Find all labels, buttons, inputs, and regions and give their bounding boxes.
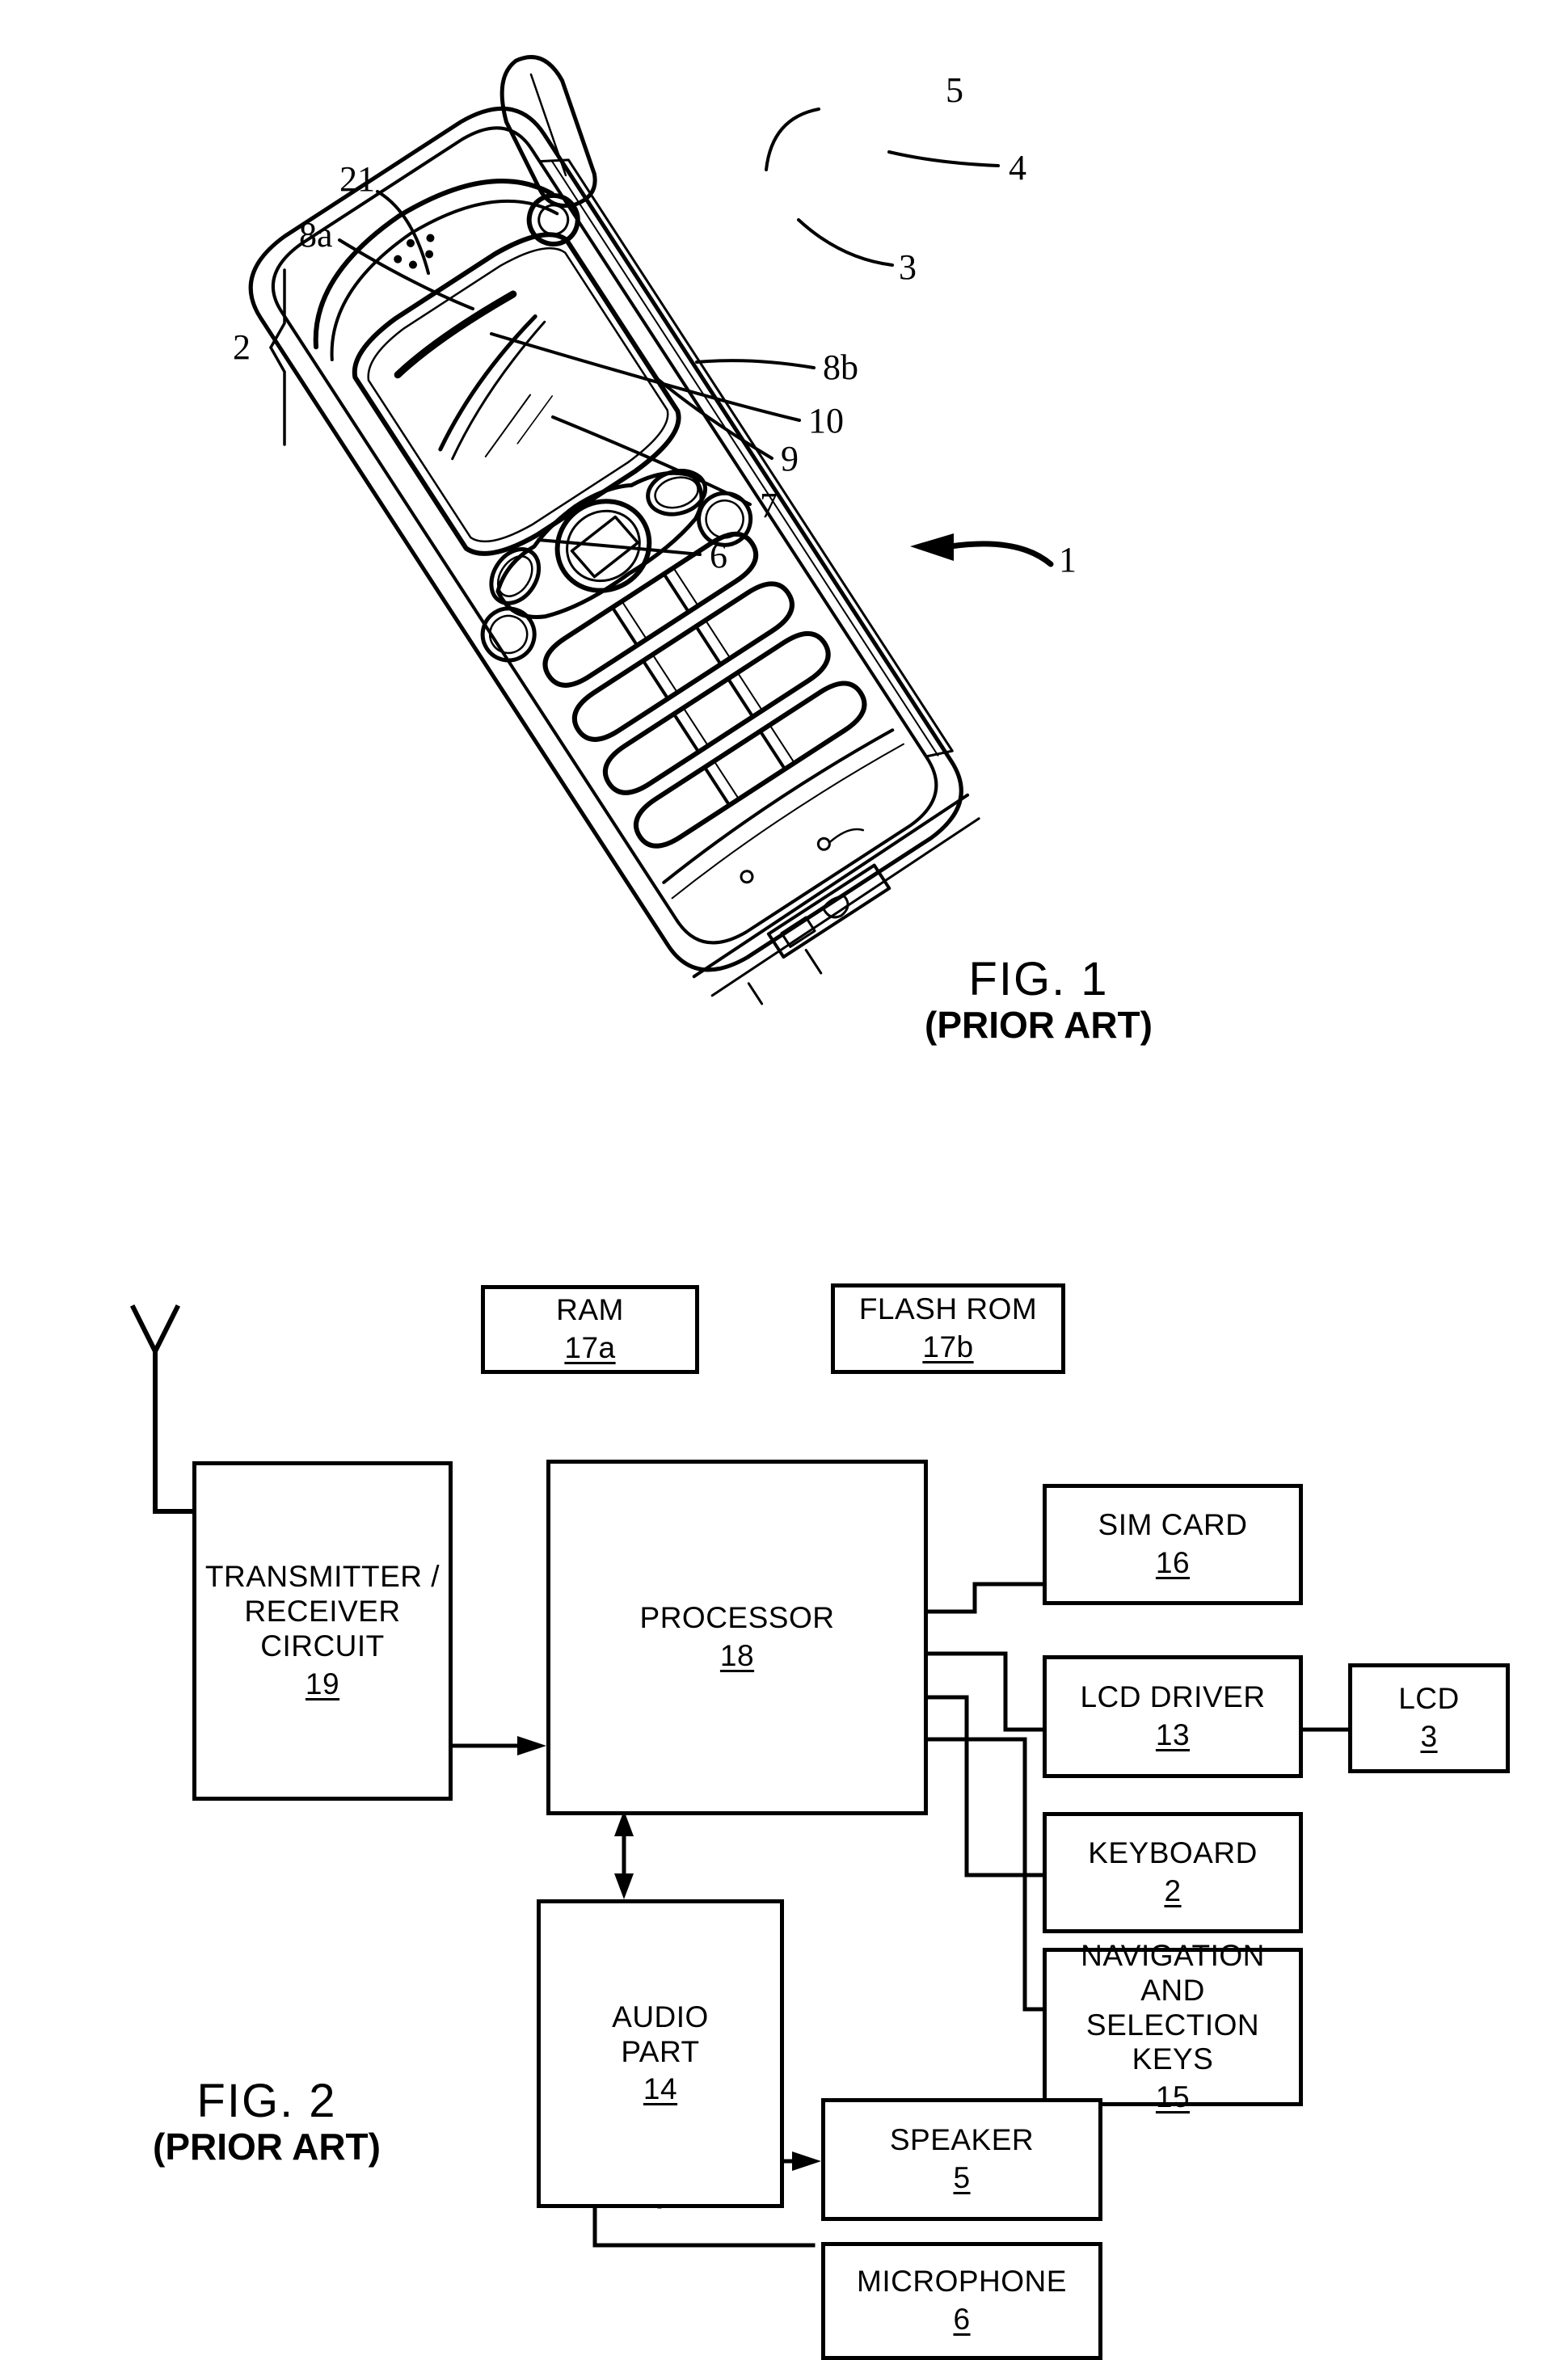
block-ram-number: 17a [564,1331,616,1364]
block-processor-number: 18 [719,1639,755,1672]
ref-numeral-2: 2 [233,327,251,367]
block-microphone-number: 6 [953,2303,971,2336]
block-flash-rom-label: FLASH ROM [858,1292,1038,1326]
figure-1-caption: FIG. 1 (PRIOR ART) [905,955,1172,1045]
block-lcd-number: 3 [1420,1720,1438,1753]
figure-1: 5 4 21 8a 3 1 2 8b 10 9 7 6 FIG. 1 (PRIO… [0,0,1568,1132]
block-transmitter-receiver-circuit-label: TRANSMITTER / RECEIVER CIRCUIT [204,1560,440,1663]
ref-numeral-6: 6 [710,536,727,575]
ref-numeral-10: 10 [808,401,844,440]
ref-numeral-3: 3 [899,247,917,287]
figure-2-caption: FIG. 2 (PRIOR ART) [129,2075,404,2168]
ref-numeral-8a: 8a [299,215,333,255]
block-flash-rom-number: 17b [922,1330,974,1363]
block-ram: RAM 17a [481,1285,699,1374]
block-keyboard-label: KEYBOARD [1088,1836,1258,1870]
block-navigation-and-selection-keys-label: NAVIGATION AND SELECTION KEYS [1081,1938,1265,2076]
block-speaker: SPEAKER 5 [821,2098,1102,2221]
block-audio-part: AUDIO PART 14 [537,1899,784,2208]
block-keyboard: KEYBOARD 2 [1043,1812,1303,1933]
figure-1-illustration [248,55,1054,1005]
figure-1-subtitle: (PRIOR ART) [925,1003,1153,1046]
block-flash-rom: FLASH ROM 17b [831,1283,1065,1374]
block-lcd-driver: LCD DRIVER 13 [1043,1655,1303,1778]
block-audio-part-number: 14 [643,2072,678,2106]
block-processor-label: PROCESSOR [639,1601,835,1635]
ref-numeral-8b: 8b [823,348,858,387]
block-speaker-number: 5 [953,2161,971,2194]
block-sim-card-number: 16 [1155,1546,1191,1579]
block-lcd-driver-label: LCD DRIVER [1080,1680,1266,1714]
block-microphone-label: MICROPHONE [857,2265,1067,2299]
block-transmitter-receiver-circuit: TRANSMITTER / RECEIVER CIRCUIT 19 [192,1461,453,1801]
block-lcd: LCD 3 [1348,1663,1510,1773]
block-processor: PROCESSOR 18 [546,1460,928,1815]
block-speaker-label: SPEAKER [889,2123,1035,2157]
block-keyboard-number: 2 [1164,1874,1182,1907]
block-navigation-and-selection-keys: NAVIGATION AND SELECTION KEYS 15 [1043,1939,1303,2113]
ref-numeral-7: 7 [760,486,778,525]
figure-1-title: FIG. 1 [968,953,1109,1005]
block-lcd-driver-number: 13 [1155,1718,1191,1751]
ref-numeral-21: 21 [339,159,375,199]
ref-numeral-4: 4 [1009,148,1026,188]
ref-numeral-9: 9 [781,439,799,478]
figure-2-subtitle: (PRIOR ART) [153,2125,381,2168]
patent-drawing-sheet: 5 4 21 8a 3 1 2 8b 10 9 7 6 FIG. 1 (PRIO… [0,0,1568,2360]
block-navigation-and-selection-keys-number: 15 [1155,2080,1191,2114]
block-sim-card: SIM CARD 16 [1043,1484,1303,1605]
block-sim-card-label: SIM CARD [1098,1508,1248,1542]
figure-2: RAM 17a FLASH ROM 17b TRANSMITTER / RECE… [0,1132,1568,2360]
ref-numeral-5: 5 [946,70,963,110]
block-microphone: MICROPHONE 6 [821,2242,1102,2360]
ref-numeral-1: 1 [1059,540,1077,579]
block-lcd-label: LCD [1398,1682,1460,1716]
block-audio-part-label: AUDIO PART [612,2000,709,2068]
figure-2-title: FIG. 2 [196,2075,337,2127]
block-ram-label: RAM [556,1293,624,1327]
block-transmitter-receiver-circuit-number: 19 [305,1667,340,1700]
